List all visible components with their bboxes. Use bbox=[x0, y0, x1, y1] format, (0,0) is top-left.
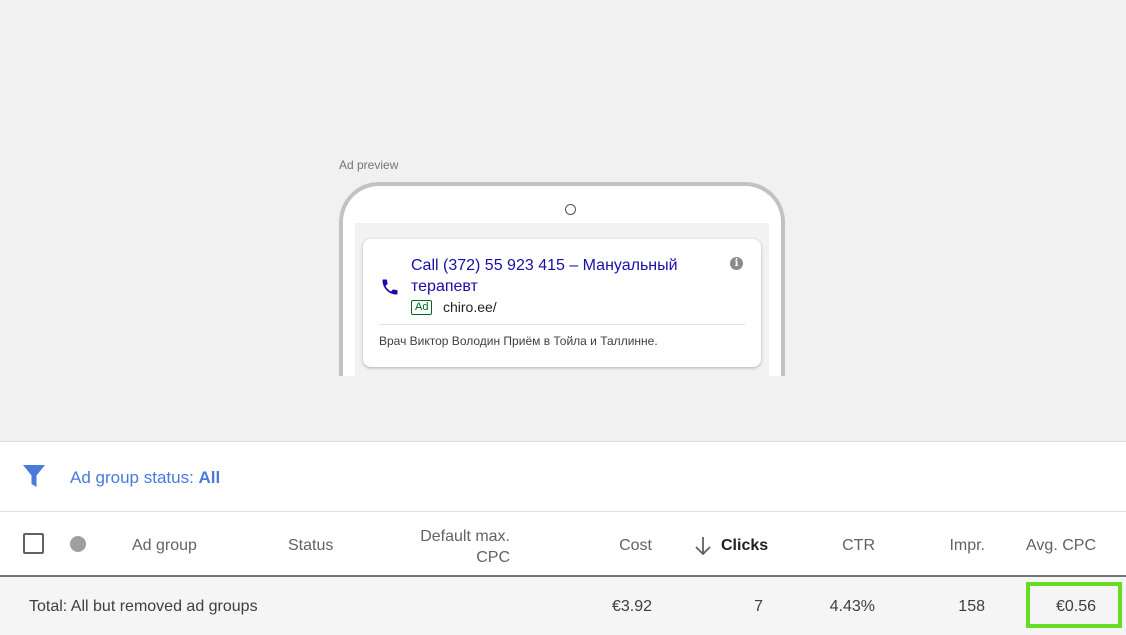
filter-value: All bbox=[198, 468, 221, 487]
ad-group-status-filter[interactable]: Ad group status: All bbox=[70, 468, 220, 488]
total-label: Total: All but removed ad groups bbox=[29, 598, 258, 615]
column-ad-group[interactable]: Ad group bbox=[132, 537, 197, 555]
page: Ad preview Call (372) 55 923 415 – Мануа… bbox=[0, 0, 1126, 635]
total-clicks: 7 bbox=[754, 598, 763, 615]
ad-display-url: chiro.ee/ bbox=[443, 299, 497, 315]
table-header: Ad group Status Default max. CPC Cost Cl… bbox=[0, 511, 1126, 577]
ad-badge: Ad bbox=[411, 300, 433, 315]
ad-description: Врач Виктор Володин Приём в Тойла и Талл… bbox=[379, 334, 658, 348]
info-icon[interactable]: i bbox=[730, 257, 743, 270]
table-total-row: Total: All but removed ad groups €3.92 7… bbox=[0, 577, 1126, 635]
phone-screen: Call (372) 55 923 415 – Мануальный терап… bbox=[355, 223, 769, 376]
ad-preview-label: Ad preview bbox=[339, 158, 399, 172]
status-dot-icon bbox=[70, 536, 86, 552]
phone-frame: Call (372) 55 923 415 – Мануальный терап… bbox=[339, 182, 785, 376]
column-avg-cpc[interactable]: Avg. CPC bbox=[1000, 537, 1096, 555]
total-ctr: 4.43% bbox=[829, 598, 875, 615]
column-default-max-cpc[interactable]: Default max. CPC bbox=[400, 526, 510, 568]
total-impr: 158 bbox=[958, 598, 985, 615]
phone-camera-icon bbox=[565, 204, 576, 215]
filter-bar: Ad group status: All bbox=[0, 441, 1126, 511]
column-default-max-cpc-line2: CPC bbox=[476, 549, 510, 566]
column-status[interactable]: Status bbox=[288, 537, 333, 555]
column-default-max-cpc-line1: Default max. bbox=[420, 528, 510, 545]
column-clicks[interactable]: Clicks bbox=[721, 537, 768, 555]
filter-icon[interactable] bbox=[23, 464, 45, 488]
select-all-checkbox[interactable] bbox=[23, 533, 44, 554]
ad-divider bbox=[379, 324, 745, 325]
total-cost: €3.92 bbox=[611, 598, 652, 615]
sort-down-arrow-icon[interactable] bbox=[694, 536, 712, 556]
avg-cpc-highlight-box bbox=[1026, 582, 1122, 628]
column-impr[interactable]: Impr. bbox=[905, 537, 985, 555]
filter-label: Ad group status: bbox=[70, 468, 199, 487]
ad-headline[interactable]: Call (372) 55 923 415 – Мануальный терап… bbox=[411, 255, 711, 297]
ad-card: Call (372) 55 923 415 – Мануальный терап… bbox=[363, 239, 761, 367]
column-ctr[interactable]: CTR bbox=[800, 537, 875, 555]
phone-call-icon bbox=[382, 279, 398, 295]
column-cost[interactable]: Cost bbox=[560, 537, 652, 555]
